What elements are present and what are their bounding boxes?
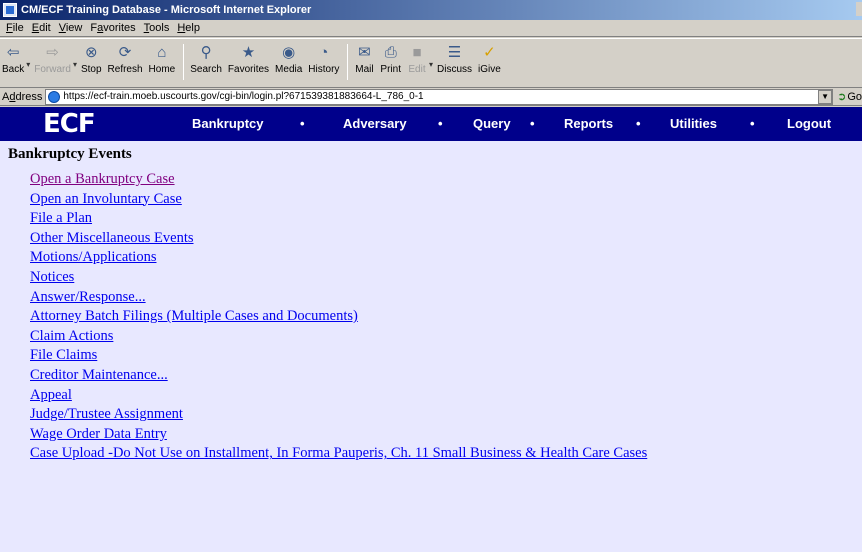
nav-separator: • bbox=[300, 116, 305, 131]
menu-edit[interactable]: Edit bbox=[28, 22, 55, 34]
nav-bankruptcy[interactable]: Bankruptcy bbox=[192, 116, 264, 131]
print-icon: ⎙ bbox=[384, 43, 397, 61]
forward-arrow-icon: ⇨ bbox=[46, 44, 59, 61]
history-button[interactable]: ◔ History bbox=[308, 42, 339, 76]
window-titlebar: CM/ECF Training Database - Microsoft Int… bbox=[0, 0, 862, 20]
toolbar-separator bbox=[347, 44, 349, 80]
favorites-button[interactable]: ★ Favorites bbox=[228, 42, 269, 75]
event-link-creditor-maintenance[interactable]: Creditor Maintenance... bbox=[30, 367, 168, 383]
event-link-claim-actions[interactable]: Claim Actions bbox=[30, 328, 113, 344]
home-icon: ⌂ bbox=[157, 43, 167, 61]
event-link-file-claims[interactable]: File Claims bbox=[30, 347, 97, 363]
list-item: Answer/Response... bbox=[30, 288, 647, 308]
nav-reports[interactable]: Reports bbox=[564, 116, 613, 131]
list-item: Judge/Trustee Assignment bbox=[30, 405, 647, 425]
event-link-notices[interactable]: Notices bbox=[30, 269, 74, 285]
media-button[interactable]: ◉ Media bbox=[275, 42, 302, 75]
list-item: Notices bbox=[30, 268, 647, 288]
media-icon: ◉ bbox=[282, 44, 296, 61]
list-item: Wage Order Data Entry bbox=[30, 425, 647, 445]
event-list: Open a Bankruptcy Case Open an Involunta… bbox=[30, 170, 647, 464]
back-dropdown-icon[interactable]: ▾ bbox=[26, 60, 30, 69]
address-bar: Address https://ecf-train.moeb.uscourts.… bbox=[0, 88, 862, 106]
ecf-logo[interactable]: ECF bbox=[43, 109, 96, 139]
igive-button[interactable]: ✓ iGive bbox=[478, 42, 501, 75]
ecf-nav-bar: ECF Bankruptcy • Adversary • Query • Rep… bbox=[0, 107, 862, 141]
list-item: File Claims bbox=[30, 346, 647, 366]
toolbar-separator bbox=[183, 44, 185, 80]
search-button[interactable]: ⚲ Search bbox=[190, 42, 222, 75]
event-link-open-bankruptcy-case[interactable]: Open a Bankruptcy Case bbox=[30, 171, 175, 187]
menu-favorites[interactable]: Favorites bbox=[86, 22, 139, 34]
favorites-icon: ★ bbox=[241, 44, 256, 61]
mail-button[interactable]: ✉ Mail bbox=[354, 42, 374, 75]
page-content: Bankruptcy Events Open a Bankruptcy Case… bbox=[0, 141, 862, 552]
stop-icon: ⊗ bbox=[84, 44, 98, 61]
list-item: Motions/Applications bbox=[30, 248, 647, 268]
discuss-button[interactable]: ☰ Discuss bbox=[437, 42, 472, 75]
menu-file[interactable]: File bbox=[2, 22, 28, 34]
event-link-appeal[interactable]: Appeal bbox=[30, 387, 72, 403]
page-icon bbox=[48, 90, 61, 103]
edit-icon: ■ bbox=[412, 43, 422, 61]
menu-view[interactable]: View bbox=[55, 22, 87, 34]
go-arrow-icon: ➲ bbox=[837, 91, 847, 103]
refresh-icon: ⟳ bbox=[118, 44, 132, 61]
list-item: Appeal bbox=[30, 386, 647, 406]
browser-toolbar: ⇦ Back ▾ ⇨ Forward ▾ ⊗ Stop ⟳ Refresh ⌂ … bbox=[0, 38, 862, 88]
stop-button[interactable]: ⊗ Stop bbox=[81, 42, 102, 75]
ie-window-icon bbox=[3, 3, 17, 17]
back-arrow-icon: ⇦ bbox=[6, 44, 20, 61]
home-button[interactable]: ⌂ Home bbox=[149, 42, 176, 76]
list-item: Case Upload -Do Not Use on Installment, … bbox=[30, 444, 647, 464]
list-item: Attorney Batch Filings (Multiple Cases a… bbox=[30, 307, 647, 327]
event-link-judge-trustee-assignment[interactable]: Judge/Trustee Assignment bbox=[30, 406, 183, 422]
back-button[interactable]: ⇦ Back bbox=[2, 42, 24, 75]
search-icon: ⚲ bbox=[200, 44, 212, 61]
edit-dropdown-icon[interactable]: ▾ bbox=[429, 60, 433, 69]
event-link-attorney-batch-filings[interactable]: Attorney Batch Filings (Multiple Cases a… bbox=[30, 308, 358, 324]
print-button[interactable]: ⎙ Print bbox=[380, 42, 401, 76]
event-link-case-upload[interactable]: Case Upload -Do Not Use on Installment, … bbox=[30, 445, 647, 461]
list-item: Other Miscellaneous Events bbox=[30, 229, 647, 249]
nav-utilities[interactable]: Utilities bbox=[670, 116, 717, 131]
event-link-file-plan[interactable]: File a Plan bbox=[30, 210, 92, 226]
nav-separator: • bbox=[750, 116, 755, 131]
event-link-wage-order-data-entry[interactable]: Wage Order Data Entry bbox=[30, 426, 167, 442]
list-item: Open an Involuntary Case bbox=[30, 190, 647, 210]
list-item: Open a Bankruptcy Case bbox=[30, 170, 647, 190]
nav-separator: • bbox=[530, 116, 535, 131]
menu-bar: File Edit View Favorites Tools Help bbox=[0, 20, 862, 37]
list-item: Creditor Maintenance... bbox=[30, 366, 647, 386]
event-link-open-involuntary-case[interactable]: Open an Involuntary Case bbox=[30, 191, 182, 207]
window-title: CM/ECF Training Database - Microsoft Int… bbox=[21, 4, 312, 16]
event-link-other-misc-events[interactable]: Other Miscellaneous Events bbox=[30, 230, 194, 246]
forward-dropdown-icon[interactable]: ▾ bbox=[73, 60, 77, 69]
event-link-motions-applications[interactable]: Motions/Applications bbox=[30, 249, 156, 265]
menu-tools[interactable]: Tools bbox=[140, 22, 174, 34]
nav-adversary[interactable]: Adversary bbox=[343, 116, 407, 131]
address-dropdown-icon[interactable]: ▼ bbox=[818, 89, 833, 104]
menu-help[interactable]: Help bbox=[173, 22, 204, 34]
nav-query[interactable]: Query bbox=[473, 116, 511, 131]
nav-separator: • bbox=[636, 116, 641, 131]
igive-icon: ✓ bbox=[483, 44, 496, 61]
page-title: Bankruptcy Events bbox=[8, 146, 132, 162]
forward-button[interactable]: ⇨ Forward bbox=[34, 42, 71, 75]
address-label: Address bbox=[2, 90, 43, 103]
nav-separator: • bbox=[438, 116, 443, 131]
window-controls-stub[interactable] bbox=[856, 2, 862, 16]
discuss-icon: ☰ bbox=[447, 44, 462, 61]
edit-button[interactable]: ■ Edit bbox=[407, 42, 427, 76]
mail-icon: ✉ bbox=[358, 44, 371, 61]
refresh-button[interactable]: ⟳ Refresh bbox=[108, 42, 143, 75]
event-link-answer-response[interactable]: Answer/Response... bbox=[30, 289, 146, 305]
address-url: https://ecf-train.moeb.uscourts.gov/cgi-… bbox=[63, 91, 424, 102]
list-item: Claim Actions bbox=[30, 327, 647, 347]
list-item: File a Plan bbox=[30, 209, 647, 229]
history-icon: ◔ bbox=[319, 43, 329, 61]
go-button[interactable]: ➲ Go bbox=[837, 90, 862, 104]
address-input[interactable]: https://ecf-train.moeb.uscourts.gov/cgi-… bbox=[45, 88, 834, 105]
nav-logout[interactable]: Logout bbox=[787, 116, 831, 131]
